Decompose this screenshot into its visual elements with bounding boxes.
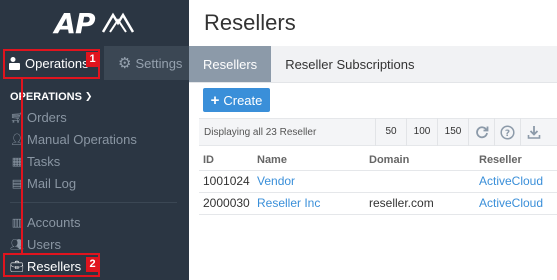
sidebar-item-users[interactable]: 👥︎ Users <box>10 233 189 255</box>
table-header-row: ID Name Domain Reseller <box>199 150 557 171</box>
record-count: Displaying all 23 Reseller <box>204 126 317 138</box>
tab-reseller-subscriptions[interactable]: Reseller Subscriptions <box>271 46 428 82</box>
grid-toolbar: Displaying all 23 Reseller 50 100 150 ? <box>199 118 557 146</box>
sidebar-item-label: Orders <box>27 109 67 125</box>
cell-reseller-link[interactable]: ActiveCloud <box>475 192 557 215</box>
page-size-50[interactable]: 50 <box>375 118 406 146</box>
logo-text: AP <box>54 6 95 40</box>
sidebar: AP Operations ⚙ Settings OPERATIONS ❯ 🛒︎… <box>0 0 189 280</box>
content-tabs: Resellers Reseller Subscriptions <box>189 46 557 83</box>
operations-section: OPERATIONS ❯ 🛒︎ Orders 👤︎ Manual Operati… <box>0 80 189 277</box>
sidebar-item-label: Accounts <box>27 214 81 230</box>
column-header-domain[interactable]: Domain <box>365 150 475 171</box>
sidebar-item-tasks[interactable]: ▦ Tasks <box>10 150 189 172</box>
sidebar-item-label: Mail Log <box>27 175 77 191</box>
column-header-name[interactable]: Name <box>253 150 365 171</box>
table-row: 1001024 Vendor ActiveCloud <box>199 170 557 193</box>
tab-settings[interactable]: ⚙ Settings <box>104 46 188 80</box>
column-header-id[interactable]: ID <box>199 150 253 171</box>
logo-mark-icon <box>101 12 134 33</box>
svg-text:?: ? <box>505 129 510 139</box>
cell-reseller-link[interactable]: ActiveCloud <box>475 170 557 193</box>
sidebar-item-orders[interactable]: 🛒︎ Orders <box>10 106 189 128</box>
main-content: Resellers Resellers Reseller Subscriptio… <box>189 0 557 280</box>
page-title: Resellers <box>204 10 296 35</box>
resellers-table: ID Name Domain Reseller 1001024 Vendor A… <box>199 150 557 215</box>
sidebar-item-label: Manual Operations <box>27 131 137 147</box>
cell-domain <box>365 170 475 193</box>
plus-icon: + <box>210 91 220 109</box>
sidebar-divider <box>10 202 177 203</box>
cell-name-link[interactable]: Vendor <box>253 170 365 193</box>
sidebar-item-accounts[interactable]: ▥ Accounts <box>10 211 189 233</box>
cell-name-link[interactable]: Reseller Inc <box>253 192 365 215</box>
chevron-down-icon: ❯ <box>84 91 93 101</box>
logo[interactable]: AP <box>0 0 189 46</box>
create-button-label: Create <box>223 92 263 108</box>
sidebar-item-label: Tasks <box>27 153 61 169</box>
column-header-reseller[interactable]: Reseller <box>475 150 557 171</box>
help-icon[interactable]: ? <box>494 118 520 146</box>
download-icon[interactable] <box>520 118 546 146</box>
sidebar-item-mail-log[interactable]: ▤ Mail Log <box>10 172 189 194</box>
cell-id: 2000030 <box>199 192 253 215</box>
table-row: 2000030 Reseller Inc reseller.com Active… <box>199 192 557 215</box>
annotation-number-2: 2 <box>86 257 99 272</box>
tab-settings-label: Settings <box>135 55 183 71</box>
page-size-150[interactable]: 150 <box>437 118 468 146</box>
page-size-100[interactable]: 100 <box>406 118 437 146</box>
annotation-number-1: 1 <box>86 52 99 67</box>
sidebar-item-manual-operations[interactable]: 👤︎ Manual Operations <box>10 128 189 150</box>
gear-icon: ⚙ <box>118 55 132 72</box>
tab-resellers[interactable]: Resellers <box>189 46 272 82</box>
cell-domain: reseller.com <box>365 192 475 215</box>
sidebar-item-label: Users <box>27 236 61 252</box>
annotation-connector-line <box>21 79 23 253</box>
cell-id: 1001024 <box>199 170 253 193</box>
create-button[interactable]: + Create <box>203 88 270 112</box>
refresh-icon[interactable] <box>468 118 494 146</box>
section-heading[interactable]: OPERATIONS ❯ <box>10 90 189 103</box>
